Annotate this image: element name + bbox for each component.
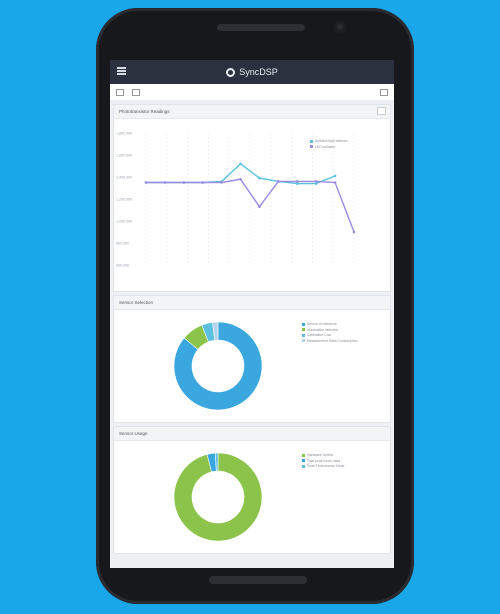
legend-label: Total peak hours used [307,458,341,463]
app-title: SyncDSP [239,67,278,77]
data-point [314,180,318,183]
data-point [258,176,261,180]
card-title: Phototransistor Readings [119,109,170,114]
legend-swatch [302,322,305,326]
legend-swatch [302,459,305,462]
donut-body-1: Sensor of reference Illumination selected… [114,310,390,422]
card-header: Sensor Selection [114,296,390,310]
legend-swatch [310,145,313,148]
y-tick-label: 1,800,000 [116,132,132,136]
legend-label: Hardware Uptime [307,453,334,457]
data-point [333,181,337,184]
earpiece-speaker [217,24,305,31]
legend-label: LED indicator [315,144,336,149]
y-tick-label: 1,000,000 [116,220,132,224]
data-point [220,181,223,184]
legend-label: Measurement Ratio Consumption [307,338,358,343]
legend-item[interactable]: Sensor of reference [302,322,358,326]
more-icon[interactable] [380,88,388,96]
hamburger-menu-icon[interactable] [117,67,126,75]
phone-frame: SyncDSP Phototransistor Readings 1,800,0… [96,8,414,604]
legend-item[interactable]: Measurement Ratio Consumption [302,339,358,343]
legend-item[interactable]: Ambient light detector [310,139,348,143]
y-tick-label: 800,000 [116,242,129,246]
donut-body-2: Hardware Uptime Total peak hours used Peak… [114,441,390,553]
legend-item[interactable]: Illumination selected [302,328,358,332]
legend-label: Peak Performance Mode [307,464,345,468]
line-chart-card: Phototransistor Readings 1,800,000 1,600,… [113,104,391,292]
donut-card-2: Sensor Usage Hardware Uptime Total peak h… [113,426,391,554]
card-menu-button[interactable] [377,107,386,115]
screen: SyncDSP Phototransistor Readings 1,800,0… [110,60,394,568]
card-header: Sensor Usage [114,427,390,441]
legend-swatch [302,339,305,342]
data-point [163,181,167,184]
legend-label: Calibration Cost [307,333,332,337]
data-point [258,205,261,208]
toolbar [110,84,394,101]
legend-swatch [302,328,305,331]
line-chart: 1,800,000 1,600,000 1,400,000 1,200,000 1,00… [116,132,356,268]
donut-chart-2 [173,452,263,542]
data-point [239,162,242,166]
donut2-legend: Hardware Uptime Total peak hours used Peak… [302,453,345,470]
data-point [182,181,186,184]
card-title: Sensor Usage [119,431,148,436]
brand-logo-icon [226,67,236,77]
legend-item[interactable]: Peak Performance Mode [302,464,345,468]
brand: SyncDSP [226,67,278,77]
legend-swatch [310,139,313,143]
bottom-speaker [209,576,307,584]
legend-label: Sensor of reference [307,322,337,326]
data-point [333,174,337,178]
line-legend: Ambient light detector LED indicator [310,139,348,150]
legend-label: Ambient light detector [315,139,348,143]
legend-item[interactable]: Hardware Uptime [302,453,345,457]
y-tick-label: 1,200,000 [116,198,132,202]
legend-swatch [302,464,305,468]
legend-label: Illumination selected [307,327,338,332]
donut-card-1: Sensor Selection Sensor of reference Illu… [113,295,391,423]
data-point [239,177,242,181]
data-point [295,180,299,183]
legend-item[interactable]: Calibration Cost [302,333,358,337]
data-point [144,181,148,184]
donut1-legend: Sensor of reference Illumination selected… [302,322,358,344]
card-title: Sensor Selection [119,300,154,305]
data-point [352,230,356,234]
legend-swatch [302,453,305,457]
series-line [146,162,336,185]
card-header: Phototransistor Readings [114,105,390,119]
y-tick-label: 1,400,000 [116,176,132,180]
dashboard-content: Phototransistor Readings 1,800,000 1,600,… [110,101,394,568]
y-tick-label: 600,000 [116,264,129,268]
legend-item[interactable]: Total peak hours used [302,459,345,463]
data-point [201,181,205,184]
edit-icon[interactable] [116,88,124,96]
app-bar: SyncDSP [110,60,394,84]
legend-swatch [302,333,305,337]
legend-item[interactable]: LED indicator [310,145,348,149]
y-tick-label: 1,600,000 [116,154,132,158]
data-point [277,180,280,183]
front-camera [334,21,346,33]
line-chart-body: 1,800,000 1,600,000 1,400,000 1,200,000 1,00… [114,119,390,291]
filter-icon[interactable] [132,88,140,96]
